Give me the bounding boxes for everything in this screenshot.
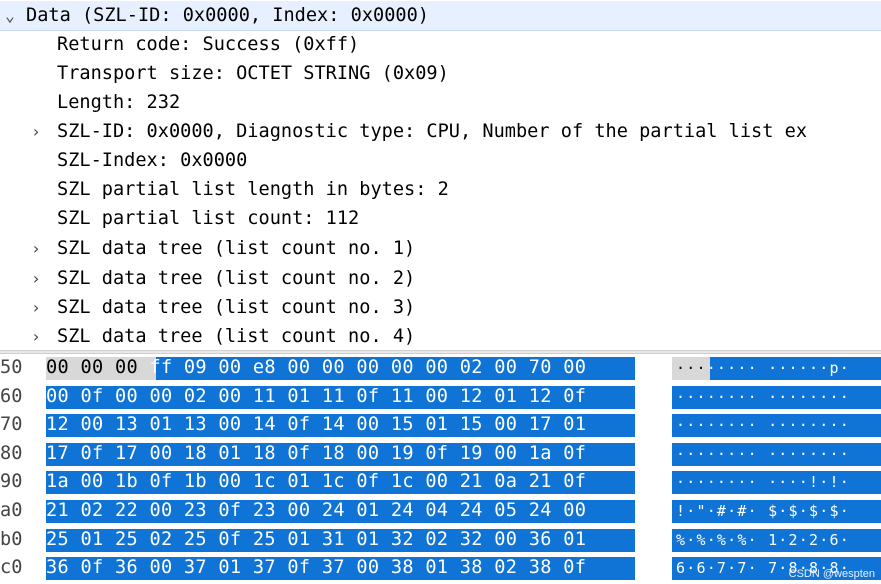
hex-bytes-prefix: 00 00 00 [46, 357, 150, 378]
chevron-down-icon[interactable]: ⌄ [0, 1, 20, 30]
chevron-right-icon[interactable]: › [26, 322, 46, 350]
hex-row[interactable]: a0 21 02 22 00 23 0f 23 00 24 01 24 04 2… [0, 497, 881, 526]
tree-row-szl-index[interactable]: SZL-Index: 0x0000 [0, 146, 881, 175]
tree-row-label: SZL partial list count: 112 [57, 208, 360, 229]
hex-bytes[interactable]: 00 00 00 ff 09 00 e8 00 00 00 00 00 02 0… [46, 354, 586, 383]
tree-row-label: SZL data tree (list count no. 4) [57, 326, 416, 347]
hex-bytes[interactable]: 17 0f 17 00 18 01 18 0f 18 00 19 0f 19 0… [46, 440, 586, 469]
hex-bytes[interactable]: 21 02 22 00 23 0f 23 00 24 01 24 04 24 0… [46, 497, 586, 526]
tree-row-szl-data-tree[interactable]: › SZL data tree (list count no. 1) [0, 234, 881, 263]
watermark: CSDN @wespten [788, 568, 875, 580]
tree-row-szl-data-tree[interactable]: › SZL data tree (list count no. 2) [0, 264, 881, 293]
ascii-bytes[interactable]: ········ ········ [676, 383, 850, 412]
tree-row-szl-data-tree[interactable]: › SZL data tree (list count no. 3) [0, 293, 881, 322]
tree-row-transport-size[interactable]: Transport size: OCTET STRING (0x09) [0, 59, 881, 88]
hex-offset: 90 [0, 471, 23, 493]
hex-row[interactable]: 60 00 0f 00 00 02 00 11 01 11 0f 11 00 1… [0, 383, 881, 412]
hex-offset: 80 [0, 442, 23, 464]
tree-row-label: Transport size: OCTET STRING (0x09) [57, 63, 449, 84]
hex-offset: c0 [0, 557, 23, 579]
tree-row-label: SZL-Index: 0x0000 [57, 150, 248, 171]
tree-row-label: SZL data tree (list count no. 3) [57, 297, 416, 318]
hex-row[interactable]: 70 12 00 13 01 13 00 14 0f 14 00 15 01 1… [0, 411, 881, 440]
ascii-bytes[interactable]: ········ ········ [676, 411, 850, 440]
hex-bytes[interactable]: 12 00 13 01 13 00 14 0f 14 00 15 01 15 0… [46, 411, 586, 440]
packet-details-tree: ⌄ Data (SZL-ID: 0x0000, Index: 0x0000) R… [0, 0, 881, 350]
ascii-bytes[interactable]: !·"·#·#· $·$·$·$· [676, 497, 850, 526]
tree-row-length[interactable]: Length: 232 [0, 88, 881, 117]
tree-row-szl-data-tree[interactable]: › SZL data tree (list count no. 4) [0, 322, 881, 350]
ascii-selected: ····· ······p· [706, 359, 850, 377]
chevron-right-icon[interactable]: › [26, 234, 46, 263]
tree-row-szl-id[interactable]: › SZL-ID: 0x0000, Diagnostic type: CPU, … [0, 117, 881, 146]
tree-row-return-code[interactable]: Return code: Success (0xff) [0, 30, 881, 59]
tree-row-data[interactable]: ⌄ Data (SZL-ID: 0x0000, Index: 0x0000) [0, 1, 881, 31]
chevron-right-icon[interactable]: › [26, 264, 46, 293]
hex-offset: 50 [0, 357, 23, 378]
hex-bytes[interactable]: 00 0f 00 00 02 00 11 01 11 0f 11 00 12 0… [46, 383, 586, 412]
tree-row-label: Data (SZL-ID: 0x0000, Index: 0x0000) [26, 5, 429, 26]
tree-row-label: SZL partial list length in bytes: 2 [57, 179, 449, 200]
tree-row-label: Length: 232 [57, 92, 181, 113]
tree-row-label: SZL-ID: 0x0000, Diagnostic type: CPU, Nu… [57, 121, 808, 142]
chevron-right-icon[interactable]: › [26, 117, 46, 146]
tree-row-label: SZL data tree (list count no. 2) [57, 268, 416, 289]
ascii-bytes[interactable]: %·%·%·%· 1·2·2·6· [676, 526, 850, 555]
chevron-right-icon[interactable]: › [26, 293, 46, 322]
hex-bytes-selected: ff 09 00 e8 00 00 00 00 00 02 00 70 00 [149, 357, 587, 378]
hex-offset: a0 [0, 500, 23, 521]
hex-bytes[interactable]: 36 0f 36 00 37 01 37 0f 37 00 38 01 38 0… [46, 554, 586, 583]
tree-row-partial-list-count[interactable]: SZL partial list count: 112 [0, 204, 881, 233]
hex-offset: b0 [0, 528, 23, 550]
hex-bytes[interactable]: 1a 00 1b 0f 1b 00 1c 01 1c 0f 1c 00 21 0… [46, 468, 586, 497]
hex-row[interactable]: 90 1a 00 1b 0f 1b 00 1c 01 1c 0f 1c 00 2… [0, 468, 881, 497]
ascii-bytes[interactable]: ········ ········ [676, 440, 850, 469]
ascii-bytes[interactable]: ········ ······p· [676, 354, 850, 383]
hex-row[interactable]: 50 00 00 00 ff 09 00 e8 00 00 00 00 00 0… [0, 354, 881, 383]
hex-offset: 70 [0, 414, 23, 436]
hex-row[interactable]: b0 25 01 25 02 25 0f 25 01 31 01 32 02 3… [0, 526, 881, 555]
ascii-prefix: ··· [676, 359, 707, 377]
hex-bytes[interactable]: 25 01 25 02 25 0f 25 01 31 01 32 02 32 0… [46, 526, 586, 555]
tree-row-label: Return code: Success (0xff) [57, 34, 360, 55]
packet-bytes-pane: 50 00 00 00 ff 09 00 e8 00 00 00 00 00 0… [0, 354, 881, 584]
hex-row[interactable]: 80 17 0f 17 00 18 01 18 0f 18 00 19 0f 1… [0, 440, 881, 469]
tree-row-label: SZL data tree (list count no. 1) [57, 238, 416, 259]
ascii-bytes[interactable]: ········ ····!·!· [676, 468, 850, 497]
tree-row-partial-list-length[interactable]: SZL partial list length in bytes: 2 [0, 175, 881, 204]
hex-offset: 60 [0, 385, 23, 407]
hex-row[interactable]: c0 36 0f 36 00 37 01 37 0f 37 00 38 01 3… [0, 554, 881, 583]
